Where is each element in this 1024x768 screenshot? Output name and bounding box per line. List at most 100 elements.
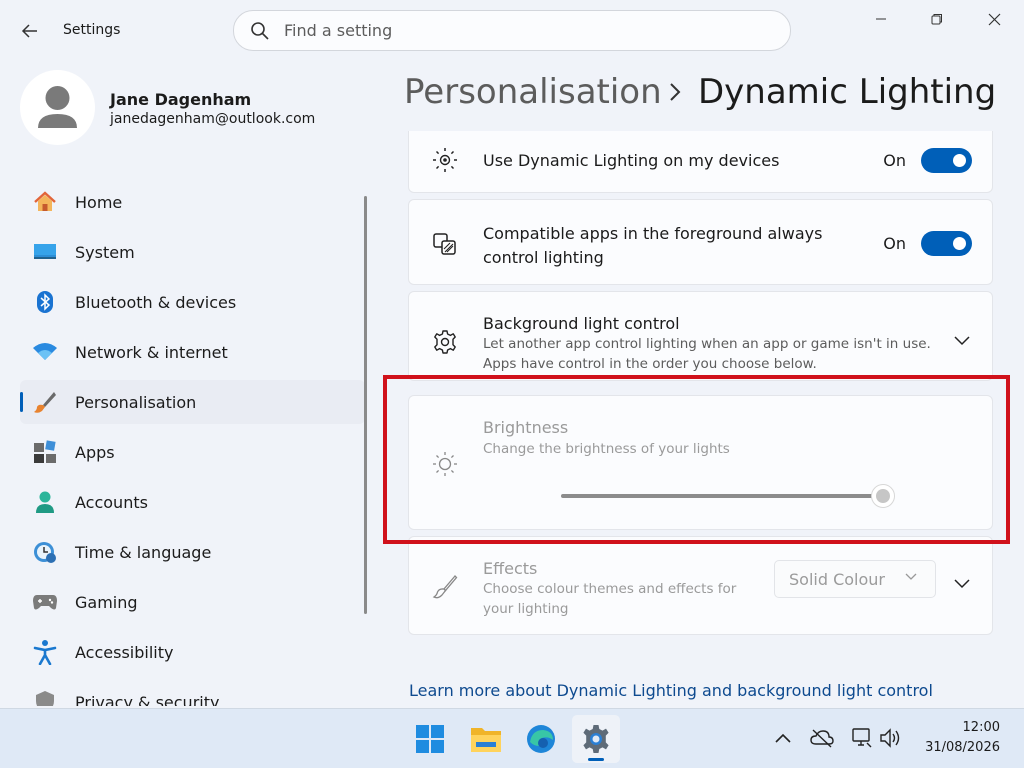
sidebar-item-label: Gaming (75, 592, 138, 612)
sidebar-item-label: Network & internet (75, 342, 228, 362)
file-explorer-icon (471, 728, 501, 752)
clock-date[interactable]: 31/08/2026 (925, 740, 1000, 755)
accounts-icon (32, 489, 58, 515)
close-icon (988, 13, 1000, 25)
brightness-slider-thumb[interactable] (871, 484, 895, 508)
expand-chevron-icon[interactable] (952, 574, 972, 594)
chevron-down-icon (905, 573, 917, 580)
bluetooth-icon (32, 289, 58, 315)
accessibility-icon (32, 639, 58, 665)
effects-dropdown[interactable]: Solid Colour (774, 560, 936, 598)
sidebar-item-system[interactable]: System (20, 230, 365, 274)
edge-icon (527, 725, 555, 753)
sidebar-item-label: Accessibility (75, 642, 174, 662)
toggle-state-label: On (883, 234, 906, 253)
sidebar-item-privacy[interactable]: Privacy & security (20, 680, 365, 706)
page-title: Dynamic Lighting (698, 72, 997, 112)
sidebar-item-gaming[interactable]: Gaming (20, 580, 365, 624)
apps-icon (32, 439, 58, 465)
search-box[interactable] (233, 10, 791, 51)
back-arrow-icon (21, 24, 37, 38)
title-bar: Settings (0, 0, 1024, 62)
gear-icon (431, 328, 459, 356)
apps-lighting-icon (431, 230, 459, 258)
search-icon (251, 21, 269, 40)
setting-use-dynamic-lighting: Use Dynamic Lighting on my devices On (408, 131, 993, 193)
clock-time[interactable]: 12:00 (963, 720, 1000, 735)
minimize-icon (876, 18, 886, 20)
shield-icon (32, 689, 58, 706)
back-button[interactable] (14, 16, 46, 46)
sidebar-item-personalisation[interactable]: Personalisation (20, 380, 365, 424)
home-icon (32, 189, 58, 215)
sidebar-item-time-language[interactable]: Time & language (20, 530, 365, 574)
setting-background-light-control[interactable]: Background light control Let another app… (408, 291, 993, 381)
wifi-icon (32, 339, 58, 365)
dropdown-value: Solid Colour (789, 569, 885, 589)
sidebar-item-home[interactable]: Home (20, 180, 365, 224)
time-language-icon (32, 539, 58, 565)
sidebar-scrollbar[interactable] (364, 196, 367, 614)
sidebar-item-accounts[interactable]: Accounts (20, 480, 365, 524)
show-hidden-icons-chevron-icon[interactable] (770, 725, 796, 751)
toggle-state-label: On (883, 151, 906, 170)
sidebar-item-label: Apps (75, 442, 115, 462)
sidebar-item-label: Personalisation (75, 392, 197, 412)
use-dynamic-lighting-toggle[interactable] (921, 148, 972, 173)
gamepad-icon (32, 589, 58, 615)
setting-title: Compatible apps in the foreground always… (483, 224, 823, 267)
edge-button[interactable] (517, 715, 565, 763)
profile-email: janedagenham@outlook.com (110, 111, 316, 127)
start-icon (416, 725, 444, 753)
restore-button[interactable] (913, 4, 961, 34)
person-icon (38, 86, 77, 128)
sidebar-item-accessibility[interactable]: Accessibility (20, 630, 365, 674)
brightness-slider-track[interactable] (561, 494, 881, 498)
app-title: Settings (63, 22, 121, 38)
start-button[interactable] (406, 715, 454, 763)
setting-title: Background light control (483, 314, 680, 333)
setting-description: Change the brightness of your lights (483, 441, 730, 457)
sidebar-item-bluetooth[interactable]: Bluetooth & devices (20, 280, 365, 324)
chevron-right-icon (670, 83, 681, 101)
settings-taskbar-button[interactable] (572, 715, 620, 763)
setting-effects: Effects Choose colour themes and effects… (408, 536, 993, 635)
setting-title: Use Dynamic Lighting on my devices (483, 151, 780, 170)
search-input[interactable] (284, 21, 744, 40)
sidebar-item-label: System (75, 242, 135, 262)
sidebar-item-label: Bluetooth & devices (75, 292, 237, 312)
setting-title: Effects (483, 559, 538, 578)
sidebar-item-label: Privacy & security (75, 692, 220, 707)
setting-foreground-apps: Compatible apps in the foreground always… (408, 199, 993, 285)
sidebar-item-network[interactable]: Network & internet (20, 330, 365, 374)
sidebar-item-label: Accounts (75, 492, 148, 512)
breadcrumb-parent[interactable]: Personalisation (404, 72, 662, 112)
chevron-down-icon[interactable] (952, 331, 972, 351)
setting-brightness: Brightness Change the brightness of your… (408, 395, 993, 530)
onedrive-offline-icon[interactable] (809, 725, 835, 751)
setting-title: Brightness (483, 418, 569, 437)
volume-icon[interactable] (878, 725, 904, 751)
file-explorer-button[interactable] (462, 715, 510, 763)
foreground-apps-toggle[interactable] (921, 231, 972, 256)
sidebar-item-label: Home (75, 192, 123, 212)
avatar[interactable] (20, 70, 95, 145)
learn-more-link[interactable]: Learn more about Dynamic Lighting and ba… (409, 681, 933, 700)
setting-description: Let another app control lighting when an… (483, 336, 931, 372)
minimize-button[interactable] (857, 4, 905, 34)
profile-name: Jane Dagenham (110, 90, 252, 109)
restore-icon (931, 14, 942, 25)
taskbar: 12:00 31/08/2026 (0, 708, 1024, 768)
setting-description: Choose colour themes and effects for you… (483, 581, 737, 617)
sidebar-nav: Home System Bluetooth & devices Network … (20, 180, 365, 706)
network-icon[interactable] (848, 725, 874, 751)
sidebar-item-label: Time & language (75, 542, 212, 562)
paintbrush-icon (32, 389, 58, 415)
close-button[interactable] (970, 4, 1018, 34)
sidebar-item-apps[interactable]: Apps (20, 430, 365, 474)
settings-content: Use Dynamic Lighting on my devices On Co… (408, 131, 994, 708)
system-icon (32, 239, 58, 265)
settings-icon (583, 725, 609, 753)
sun-icon (431, 450, 459, 478)
paintbrush-outline-icon (431, 573, 459, 601)
